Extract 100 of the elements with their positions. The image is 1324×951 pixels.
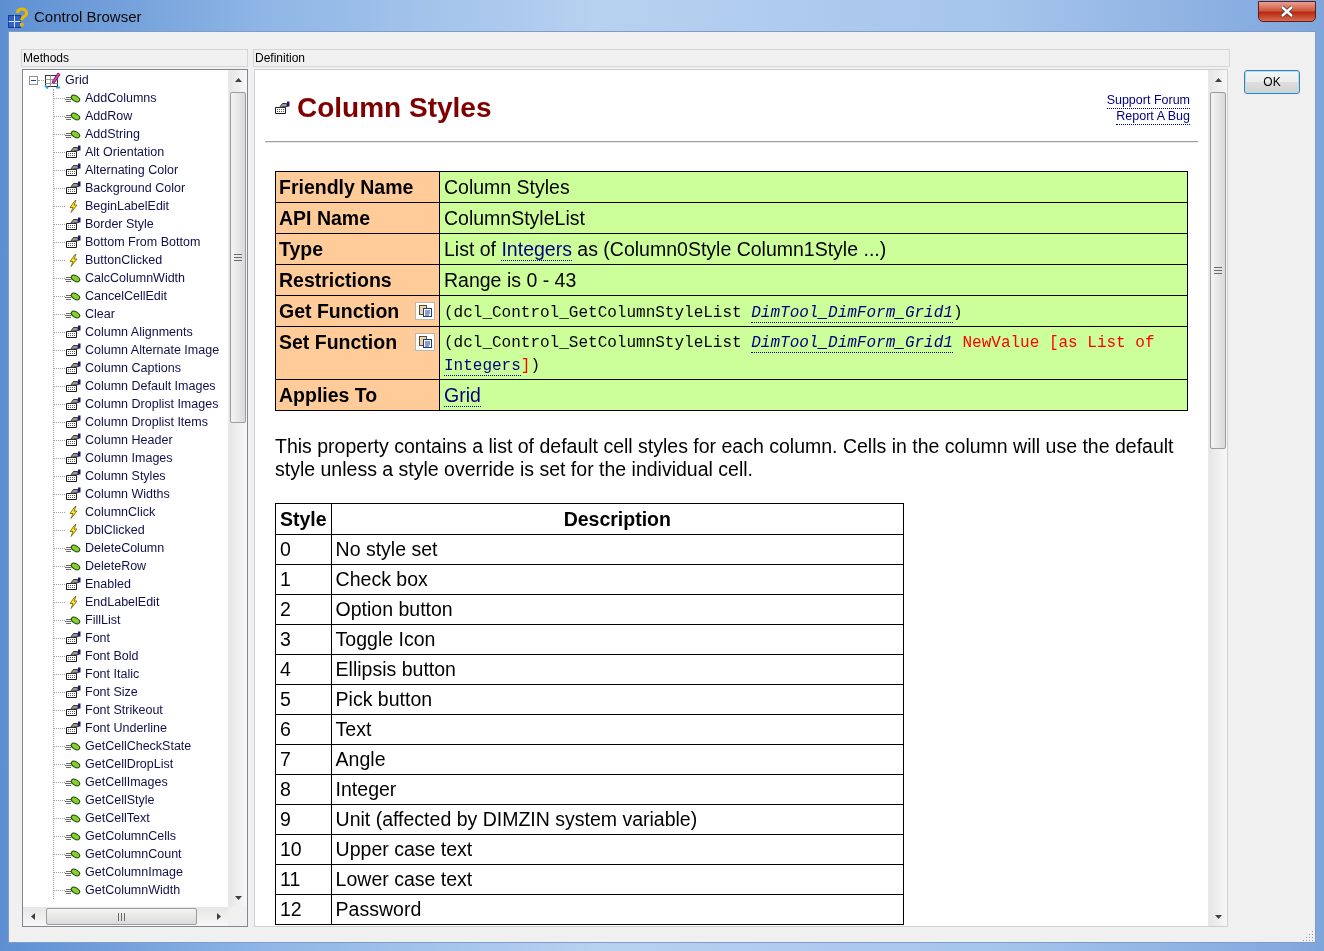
help-grid-icon [8, 7, 28, 28]
grip-icon [118, 912, 125, 921]
tree-item[interactable]: GetCellText [85, 810, 150, 826]
tree-item[interactable]: ColumnClick [85, 504, 156, 520]
tree-item[interactable]: Font Underline [85, 720, 167, 736]
table-cell: 7 [275, 744, 332, 775]
tree-item[interactable]: Column Captions [85, 360, 181, 376]
tree-item[interactable]: Column Droplist Items [85, 414, 208, 430]
tree-item[interactable]: GetCellCheckState [85, 738, 192, 754]
leaf-icon [65, 866, 81, 878]
scroll-left-arrow-icon[interactable] [30, 913, 35, 920]
close-icon [1279, 5, 1295, 18]
property-value: (dcl_Control_GetColumnStyleList DimTool_DimForm_Grid1) [439, 295, 1188, 327]
tree-item[interactable]: CancelCellEdit [85, 288, 167, 304]
hyperlink[interactable]: Grid [444, 384, 481, 407]
table-cell: Option button [331, 594, 904, 625]
tree-item[interactable]: Column Droplist Images [85, 396, 219, 412]
tree-item[interactable]: EndLabelEdit [85, 594, 160, 610]
close-button[interactable] [1258, 1, 1316, 22]
hyperlink[interactable]: DimTool_DimForm_Grid1 [751, 334, 953, 353]
hyperlink[interactable]: DimTool_DimForm_Grid1 [751, 303, 953, 323]
tree-item[interactable]: AddRow [85, 108, 133, 124]
tree-item[interactable]: AddString [85, 126, 140, 142]
tree-item[interactable]: Background Color [85, 180, 186, 196]
tree-item[interactable]: FillList [85, 612, 121, 628]
tree-item[interactable]: Column Images [85, 450, 173, 466]
table-cell: No style set [331, 534, 904, 565]
scroll-up-arrow-icon[interactable] [1214, 77, 1222, 82]
tree-item[interactable]: Column Alignments [85, 324, 193, 340]
tree-item[interactable]: DblClicked [85, 522, 145, 538]
tree-item[interactable]: AddColumns [85, 90, 157, 106]
hyperlink[interactable]: Integers [444, 357, 521, 376]
leaf-icon [65, 92, 81, 104]
tree-item[interactable]: Column Header [85, 432, 173, 448]
tree-item[interactable]: DeleteRow [85, 558, 147, 574]
scroll-down-arrow-icon[interactable] [234, 895, 242, 900]
hyperlink[interactable]: Integers [501, 238, 572, 261]
tree-item[interactable]: Font Strikeout [85, 702, 163, 718]
table-cell: Check box [331, 564, 904, 595]
tree-item[interactable]: CalcColumnWidth [85, 270, 186, 286]
tree-item[interactable]: Column Widths [85, 486, 170, 502]
tree-item[interactable]: GetColumnCount [85, 846, 182, 862]
tree-item[interactable]: BeginLabelEdit [85, 198, 170, 214]
tree-item[interactable]: Column Default Images [85, 378, 216, 394]
property-label: Friendly Name [279, 175, 414, 199]
scrollbar-corner [228, 907, 247, 926]
leaf-icon [65, 812, 81, 824]
leaf-icon [65, 884, 81, 896]
scrollbar-thumb[interactable] [1210, 92, 1226, 449]
tree-item[interactable]: Font Size [85, 684, 138, 700]
tree-item[interactable]: Grid [65, 72, 89, 88]
table-cell: Toggle Icon [331, 624, 904, 655]
lightning-bolt-icon [68, 199, 78, 213]
grip-icon [1214, 267, 1222, 274]
scrollbar-thumb[interactable] [46, 908, 197, 925]
copy-button[interactable] [415, 302, 435, 320]
tree-item[interactable]: Alt Orientation [85, 144, 165, 160]
tree-item[interactable]: Column Styles [85, 468, 166, 484]
tree-item[interactable]: GetCellDropList [85, 756, 174, 772]
resize-grip-icon[interactable] [1303, 930, 1314, 941]
tree-item[interactable]: GetCellImages [85, 774, 168, 790]
tree-item[interactable]: Font Italic [85, 666, 140, 682]
tree-item[interactable]: GetColumnWidth [85, 882, 181, 898]
tree-item[interactable]: Font [85, 630, 110, 646]
vertical-scrollbar[interactable] [1208, 70, 1227, 926]
scrollbar-thumb[interactable] [230, 92, 246, 423]
table-cell: Text [331, 714, 904, 745]
table-cell: 6 [275, 714, 332, 745]
table-cell: 9 [275, 804, 332, 835]
tree-item[interactable]: Column Alternate Image [85, 342, 220, 358]
minus-box-icon[interactable] [29, 75, 38, 85]
tree-item[interactable]: GetColumnCells [85, 828, 176, 844]
table-cell: 8 [275, 774, 332, 805]
tree-item[interactable]: Font Bold [85, 648, 139, 664]
table-cell: 11 [275, 864, 332, 895]
header-link[interactable]: Report A Bug [1116, 109, 1190, 125]
table-cell: 4 [275, 654, 332, 685]
tree-item[interactable]: ButtonClicked [85, 252, 163, 268]
leaf-icon [65, 758, 81, 770]
header-link[interactable]: Support Forum [1106, 93, 1190, 109]
horizontal-scrollbar[interactable] [23, 907, 228, 926]
tree-item[interactable]: GetCellStyle [85, 792, 155, 808]
tree-item[interactable]: Clear [85, 306, 115, 322]
scroll-right-arrow-icon[interactable] [216, 913, 221, 920]
property-value: Range is 0 - 43 [439, 264, 1188, 296]
tree-item[interactable]: DeleteColumn [85, 540, 165, 556]
property-value: (dcl_Control_SetColumnStyleList DimTool_DimForm_Grid1 NewValue [as List of Integers]) [439, 326, 1188, 380]
page-title: Column Styles [297, 92, 492, 124]
ok-button[interactable]: OK [1244, 70, 1300, 94]
property-label: API Name [279, 206, 371, 230]
tree-item[interactable]: Alternating Color [85, 162, 179, 178]
tree-item[interactable]: Bottom From Bottom [85, 234, 201, 250]
tree-item[interactable]: Enabled [85, 576, 131, 592]
tree-item[interactable]: Border Style [85, 216, 154, 232]
copy-button[interactable] [415, 333, 435, 351]
tree-item[interactable]: GetColumnImage [85, 864, 183, 880]
vertical-scrollbar[interactable] [228, 70, 247, 907]
scroll-up-arrow-icon[interactable] [234, 77, 242, 82]
lightning-bolt-icon [68, 523, 78, 537]
scroll-down-arrow-icon[interactable] [1214, 914, 1222, 919]
